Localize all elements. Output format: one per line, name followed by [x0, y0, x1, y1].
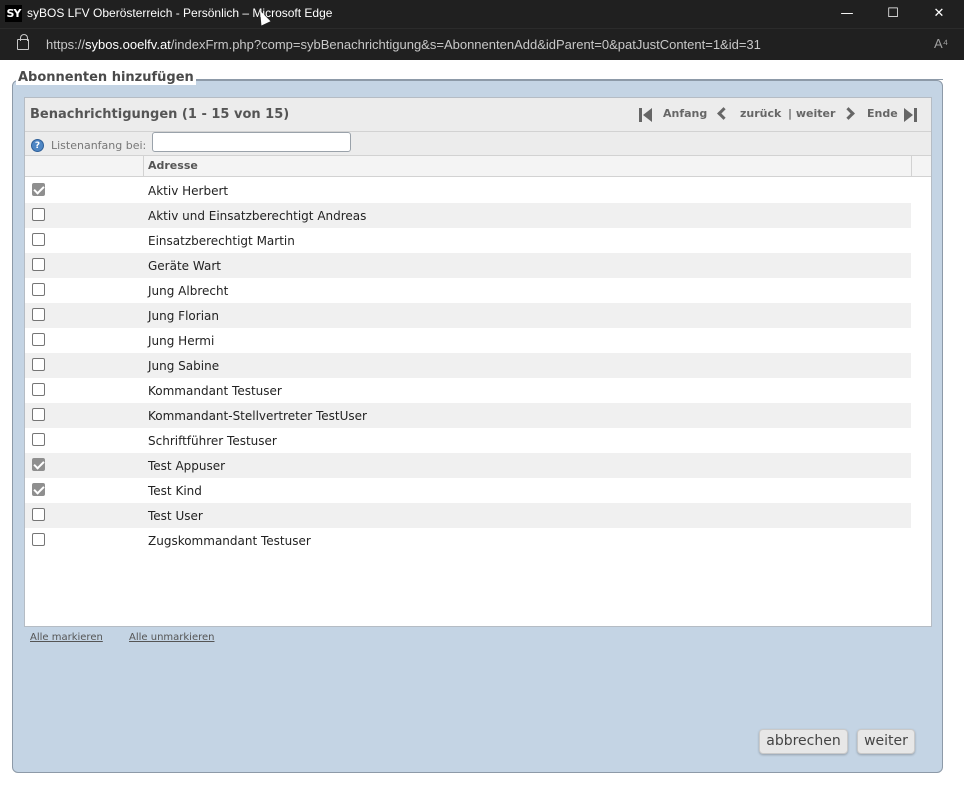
row-checkbox[interactable] — [32, 358, 45, 371]
notification-list-panel: Benachrichtigungen (1 - 15 von 15) Anfan… — [24, 97, 932, 627]
row-label: Test Kind — [148, 484, 202, 498]
list-title: Benachrichtigungen (1 - 15 von 15) — [30, 107, 290, 122]
column-divider — [143, 156, 144, 177]
list-item[interactable]: Einsatzberechtigt Martin — [25, 228, 911, 253]
row-checkbox[interactable] — [32, 208, 45, 221]
last-page-icon[interactable] — [903, 107, 917, 123]
next-button[interactable]: weiter — [857, 729, 915, 754]
fieldset-legend: Abonnenten hinzufügen — [16, 70, 196, 85]
url-path: /indexFrm.php?comp=sybBenachrichtigung&s… — [170, 37, 761, 52]
first-page-icon[interactable] — [639, 107, 653, 123]
row-label: Kommandant-Stellvertreter TestUser — [148, 409, 367, 423]
pager-last-link[interactable]: Ende — [867, 107, 898, 125]
row-checkbox[interactable] — [32, 433, 45, 446]
chevron-left-icon[interactable] — [717, 107, 730, 120]
read-aloud-icon[interactable]: A⁴ — [934, 36, 948, 51]
window-title: syBOS LFV Oberösterreich - Persönlich – … — [27, 6, 333, 20]
chevron-right-icon[interactable] — [842, 107, 855, 120]
row-checkbox[interactable] — [32, 333, 45, 346]
select-all-link[interactable]: Alle markieren — [30, 632, 103, 643]
list-item[interactable]: Schriftführer Testuser — [25, 428, 911, 453]
row-checkbox[interactable] — [32, 183, 45, 196]
row-label: Einsatzberechtigt Martin — [148, 234, 295, 248]
list-item[interactable]: Geräte Wart — [25, 253, 911, 278]
list-item[interactable]: Zugskommandant Testuser — [25, 528, 911, 553]
row-checkbox[interactable] — [32, 283, 45, 296]
row-label: Aktiv und Einsatzberechtigt Andreas — [148, 209, 367, 223]
app-logo-icon: SY — [5, 5, 22, 22]
row-checkbox[interactable] — [32, 508, 45, 521]
row-checkbox[interactable] — [32, 408, 45, 421]
list-item[interactable]: Test Kind — [25, 478, 911, 503]
filter-label: Listenanfang bei: — [51, 139, 147, 152]
row-label: Schriftführer Testuser — [148, 434, 277, 448]
row-label: Jung Sabine — [148, 359, 220, 373]
address-bar: https://sybos.ooelfv.at/indexFrm.php?com… — [0, 28, 964, 60]
maximize-button[interactable]: ☐ — [870, 0, 916, 28]
column-divider — [911, 156, 912, 177]
row-checkbox[interactable] — [32, 483, 45, 496]
list-item[interactable]: Kommandant-Stellvertreter TestUser — [25, 403, 911, 428]
row-checkbox[interactable] — [32, 233, 45, 246]
row-label: Geräte Wart — [148, 259, 221, 273]
address-list: Aktiv Herbert Aktiv und Einsatzberechtig… — [25, 178, 911, 553]
list-item[interactable]: Kommandant Testuser — [25, 378, 911, 403]
row-label: Kommandant Testuser — [148, 384, 282, 398]
row-checkbox[interactable] — [32, 383, 45, 396]
url-prefix: https:// — [46, 37, 86, 52]
column-header-row: Adresse — [25, 156, 931, 177]
list-item[interactable]: Jung Sabine — [25, 353, 911, 378]
cancel-button[interactable]: abbrechen — [759, 729, 848, 754]
row-label: Zugskommandant Testuser — [148, 534, 311, 548]
url-field[interactable]: https://sybos.ooelfv.at/indexFrm.php?com… — [46, 37, 761, 52]
list-item[interactable]: Aktiv und Einsatzberechtigt Andreas — [25, 203, 911, 228]
minimize-button[interactable]: — — [824, 0, 870, 28]
list-item[interactable]: Jung Albrecht — [25, 278, 911, 303]
list-item[interactable]: Test User — [25, 503, 911, 528]
url-host: sybos.ooelfv.at — [85, 37, 171, 52]
row-label: Jung Florian — [148, 309, 219, 323]
deselect-all-link[interactable]: Alle unmarkieren — [129, 632, 215, 643]
row-label: Aktiv Herbert — [148, 184, 229, 198]
row-label: Jung Hermi — [148, 334, 215, 348]
pager-next-link[interactable]: | weiter — [788, 107, 835, 125]
column-header-address[interactable]: Adresse — [148, 159, 198, 172]
legend-divider — [193, 79, 943, 80]
title-bar: SY syBOS LFV Oberösterreich - Persönlich… — [0, 0, 964, 28]
pager-prev-link[interactable]: zurück — [740, 107, 781, 125]
filter-row: ? Listenanfang bei: — [25, 132, 931, 156]
list-item[interactable]: Aktiv Herbert — [25, 178, 911, 203]
page-content: Abonnenten hinzufügen Benachrichtigungen… — [0, 60, 964, 793]
list-item[interactable]: Test Appuser — [25, 453, 911, 478]
row-label: Test User — [148, 509, 203, 523]
list-header: Benachrichtigungen (1 - 15 von 15) Anfan… — [25, 98, 931, 132]
close-window-button[interactable]: ✕ — [916, 0, 962, 28]
help-icon[interactable]: ? — [31, 139, 44, 152]
row-checkbox[interactable] — [32, 258, 45, 271]
lock-icon[interactable] — [17, 34, 29, 50]
list-item[interactable]: Jung Hermi — [25, 328, 911, 353]
row-label: Jung Albrecht — [148, 284, 229, 298]
row-checkbox[interactable] — [32, 533, 45, 546]
list-item[interactable]: Jung Florian — [25, 303, 911, 328]
row-checkbox[interactable] — [32, 458, 45, 471]
row-label: Test Appuser — [148, 459, 226, 473]
row-checkbox[interactable] — [32, 308, 45, 321]
pager-first-link[interactable]: Anfang — [663, 107, 707, 125]
list-start-input[interactable] — [152, 132, 351, 152]
